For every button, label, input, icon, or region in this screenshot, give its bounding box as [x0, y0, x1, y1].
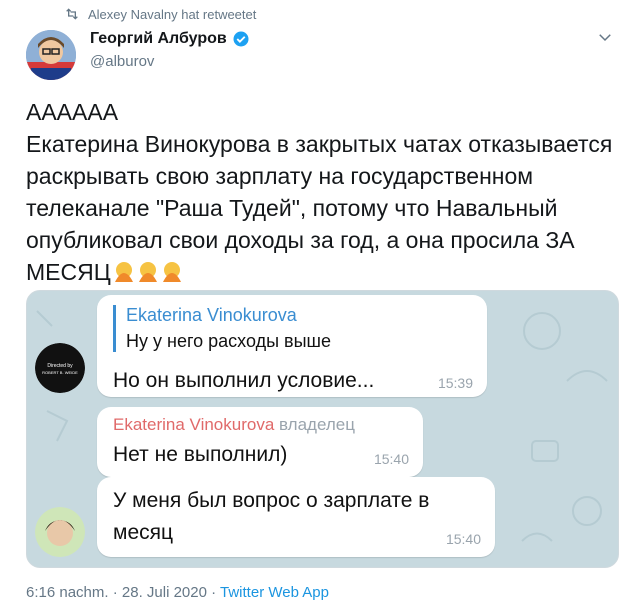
sender-role: владелец — [279, 415, 355, 434]
chat-message-1: Ekaterina Vinokurova Ну у него расходы в… — [97, 295, 487, 397]
tweet-datetime[interactable]: 6:16 nachm. · 28. Juli 2020 · — [26, 584, 220, 601]
chat-message-3: У меня был вопрос о зарплате в месяц 15:… — [97, 477, 495, 557]
verified-badge-icon — [233, 31, 249, 47]
chat-avatar-2 — [35, 507, 85, 557]
message-text: Но он выполнил условие... — [113, 369, 375, 392]
svg-text:Directed by: Directed by — [47, 363, 73, 369]
sender-name: Ekaterina Vinokurova — [113, 415, 275, 434]
facepalm-emoji — [111, 259, 183, 285]
tweet-body: АААААА Екатерина Винокурова в закрытых ч… — [26, 99, 613, 285]
message-time: 15:40 — [445, 531, 481, 547]
chevron-down-icon[interactable] — [596, 28, 614, 46]
retweet-indicator: Alexey Navalny hat retweetet — [64, 6, 256, 22]
quote-text: Ну у него расходы выше — [126, 331, 331, 351]
retweet-icon — [66, 8, 78, 20]
chat-message-2: Ekaterina Vinokurova владелец Нет не вып… — [97, 407, 423, 477]
message-text: У меня был вопрос о зарплате в месяц — [113, 489, 430, 544]
author-block[interactable]: Георгий Албуров @alburov — [90, 30, 250, 70]
message-sender: Ekaterina Vinokurova владелец — [113, 415, 355, 435]
tweet-source-link[interactable]: Twitter Web App — [220, 584, 329, 601]
quote-sender-name: Ekaterina Vinokurova — [126, 305, 297, 325]
author-name[interactable]: Георгий Албуров — [90, 30, 227, 48]
reply-quote: Ekaterina Vinokurova Ну у него расходы в… — [113, 305, 331, 352]
chat-screenshot[interactable]: Directed by ROBERT B. WEIDE Ekaterina Vin… — [26, 290, 619, 568]
tweet-text: АААААА Екатерина Винокурова в закрытых ч… — [26, 96, 616, 288]
retweet-text: Alexey Navalny hat retweetet — [88, 6, 257, 22]
message-text: Нет не выполнил) — [113, 443, 288, 466]
author-avatar[interactable] — [26, 30, 76, 80]
author-handle[interactable]: @alburov — [90, 53, 250, 70]
chat-avatar-1: Directed by ROBERT B. WEIDE — [35, 343, 85, 393]
message-time: 15:40 — [373, 451, 409, 467]
message-time: 15:39 — [437, 375, 473, 391]
svg-text:ROBERT B. WEIDE: ROBERT B. WEIDE — [42, 370, 78, 375]
tweet-footer: 6:16 nachm. · 28. Juli 2020 · Twitter We… — [26, 584, 329, 601]
